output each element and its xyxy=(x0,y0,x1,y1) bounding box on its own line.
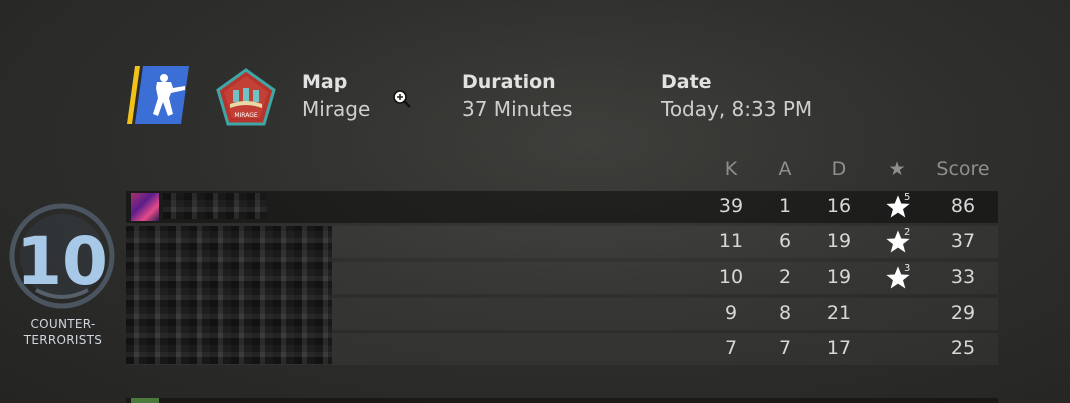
player-deaths: 19 xyxy=(826,230,852,252)
player-deaths: 21 xyxy=(826,302,852,324)
mvp-header-star-icon: ★ xyxy=(888,158,906,180)
redacted-player-name xyxy=(163,193,267,219)
player-score: 33 xyxy=(950,266,976,288)
player-kills: 7 xyxy=(724,337,738,359)
map-emblem-text: MIRAGE xyxy=(234,112,258,119)
player-kills: 39 xyxy=(718,195,744,217)
assists-header: A xyxy=(778,158,792,180)
redacted-player-names-block xyxy=(126,226,332,364)
player-score: 86 xyxy=(950,195,976,217)
date-info: Date Today, 8:33 PM xyxy=(661,70,812,124)
player-score: 25 xyxy=(950,337,976,359)
duration-label: Duration xyxy=(462,71,556,93)
scoreboard-header: K A D ★ Score xyxy=(0,158,1070,186)
mvp-count: 3 xyxy=(904,263,911,274)
map-info: Map Mirage xyxy=(302,70,370,124)
player-assists: 7 xyxy=(778,337,792,359)
player-score: 37 xyxy=(950,230,976,252)
player-assists: 2 xyxy=(778,266,792,288)
team-score: 10 xyxy=(16,223,108,300)
deaths-header: D xyxy=(831,158,847,180)
counter-terrorist-icon xyxy=(127,66,189,124)
team-score-emblem: 10 xyxy=(9,203,115,309)
date-label: Date xyxy=(661,71,712,93)
player-assists: 1 xyxy=(778,195,792,217)
mvp-count: 5 xyxy=(904,192,911,203)
player-assists: 8 xyxy=(778,302,792,324)
player-deaths: 19 xyxy=(826,266,852,288)
map-label: Map xyxy=(302,71,348,93)
date-value: Today, 8:33 PM xyxy=(661,97,813,121)
player-deaths: 16 xyxy=(826,195,852,217)
player-assists: 6 xyxy=(778,230,792,252)
team-name-line2: TERRORISTS xyxy=(23,333,103,347)
zoom-in-cursor-icon xyxy=(393,90,411,108)
duration-info: Duration 37 Minutes xyxy=(462,70,573,124)
player-avatar xyxy=(131,398,159,403)
player-deaths: 17 xyxy=(826,337,852,359)
team-name: COUNTER- TERRORISTS xyxy=(18,316,108,348)
mvp-count: 2 xyxy=(904,227,911,238)
player-avatar[interactable] xyxy=(131,193,159,221)
score-header: Score xyxy=(936,158,990,180)
kills-header: K xyxy=(724,158,738,180)
player-kills: 9 xyxy=(724,302,738,324)
player-kills: 10 xyxy=(718,266,744,288)
mirage-map-icon: MIRAGE xyxy=(216,68,276,126)
team-name-line1: COUNTER- xyxy=(30,317,96,331)
player-kills: 11 xyxy=(718,230,744,252)
player-score: 29 xyxy=(950,302,976,324)
duration-value: 37 Minutes xyxy=(462,97,573,121)
map-value: Mirage xyxy=(302,97,371,121)
next-team-row xyxy=(126,398,998,403)
